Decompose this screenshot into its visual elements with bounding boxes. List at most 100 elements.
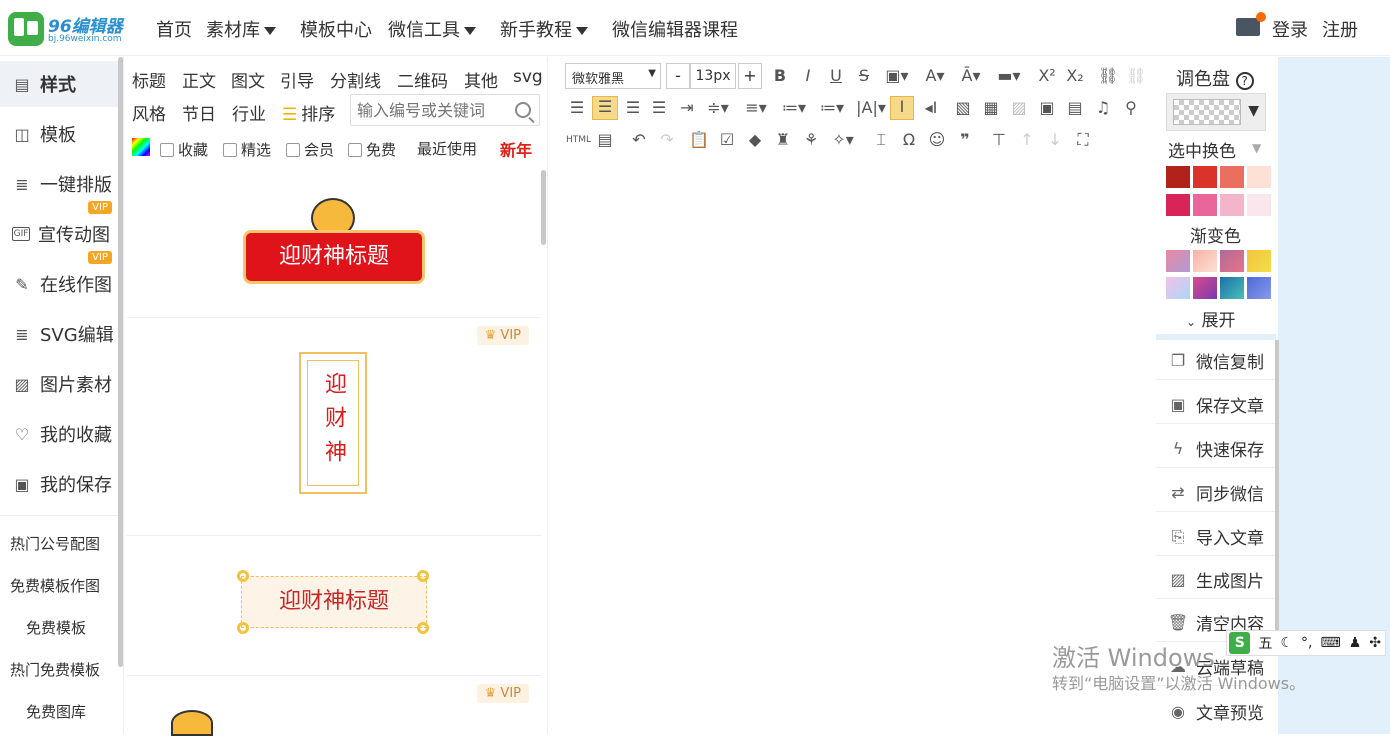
background-pattern-icon[interactable]: ▧ bbox=[952, 98, 974, 118]
tab-body[interactable]: 正文 bbox=[182, 67, 216, 92]
link-hot-free-templates[interactable]: 热门免费模板 bbox=[10, 659, 100, 680]
tab-title[interactable]: 标题 bbox=[132, 67, 166, 92]
article-preview-button[interactable]: ◉ 文章预览 bbox=[1156, 692, 1276, 730]
font-border-icon[interactable]: ▣▾ bbox=[882, 66, 912, 86]
color-swatch[interactable] bbox=[1193, 166, 1217, 188]
nav-home[interactable]: 首页 bbox=[156, 16, 192, 42]
tab-festival[interactable]: 节日 bbox=[182, 100, 216, 125]
style-card[interactable]: 迎财神标题 bbox=[127, 536, 541, 676]
gradient-swatch[interactable] bbox=[1220, 277, 1244, 299]
checkbox[interactable] bbox=[160, 142, 174, 157]
paragraph-spacing-icon[interactable]: ≡▾ bbox=[740, 98, 772, 118]
gradient-swatch[interactable] bbox=[1193, 250, 1217, 272]
select-replace-color[interactable]: 选中换色 bbox=[1168, 137, 1236, 162]
tab-style[interactable]: 风格 bbox=[132, 100, 166, 125]
emoji-icon[interactable]: ☺ bbox=[926, 130, 948, 150]
nav-wechat-tools[interactable]: 微信工具 bbox=[388, 16, 476, 42]
move-up-icon[interactable]: ↑ bbox=[1016, 130, 1038, 150]
link-free-template-design[interactable]: 免费模板作图 bbox=[10, 575, 100, 596]
background-color-icon[interactable]: Ā▾ bbox=[956, 66, 986, 86]
search-input[interactable] bbox=[357, 99, 507, 121]
image-insert-icon[interactable]: ▨ bbox=[1008, 98, 1030, 118]
special-char-icon[interactable]: Ω bbox=[898, 130, 920, 150]
indent-icon[interactable]: ⇥ bbox=[676, 98, 698, 118]
checkbox[interactable] bbox=[286, 142, 300, 157]
font-size-value[interactable]: 13px bbox=[690, 63, 736, 89]
color-swatch[interactable] bbox=[1247, 166, 1271, 188]
material-scrollbar[interactable] bbox=[541, 170, 546, 245]
font-size-decrease[interactable]: - bbox=[666, 63, 690, 89]
move-down-icon[interactable]: ↓ bbox=[1044, 130, 1066, 150]
subscript-icon[interactable]: X₂ bbox=[1064, 66, 1086, 86]
italic-icon[interactable]: I bbox=[798, 66, 818, 86]
fullscreen-icon[interactable]: ⛶ bbox=[1072, 130, 1094, 150]
check-icon[interactable]: ☑ bbox=[716, 130, 738, 150]
gradient-swatch[interactable] bbox=[1247, 250, 1271, 272]
comment-icon[interactable]: ⊤ bbox=[988, 130, 1010, 150]
import-article-button[interactable]: ⎘ 导入文章 bbox=[1156, 518, 1276, 556]
sidebar-item-online-draw[interactable]: ✎ 在线作图 bbox=[0, 261, 118, 307]
color-swatch[interactable] bbox=[1166, 194, 1190, 216]
eraser-icon[interactable]: ◆ bbox=[744, 130, 766, 150]
align-right-icon[interactable]: ☰ bbox=[622, 98, 644, 118]
grid-icon[interactable]: ✣ bbox=[1369, 635, 1381, 651]
underline-icon[interactable]: U bbox=[826, 66, 846, 86]
sidebar-item-favorites[interactable]: ♡ 我的收藏 bbox=[0, 411, 118, 457]
color-swatch[interactable] bbox=[1220, 194, 1244, 216]
color-swatch[interactable] bbox=[1193, 194, 1217, 216]
help-icon[interactable]: ? bbox=[1235, 72, 1254, 90]
sidebar-item-images[interactable]: ▨ 图片素材 bbox=[0, 361, 118, 407]
user-icon[interactable]: ♟ bbox=[1349, 635, 1362, 651]
login-link[interactable]: 登录 bbox=[1272, 16, 1308, 42]
filter-free[interactable]: 免费 bbox=[348, 139, 396, 160]
new-year-tag[interactable]: 新年 bbox=[500, 137, 532, 161]
link-free-templates[interactable]: 免费模板 bbox=[26, 617, 86, 638]
font-color-icon[interactable]: A▾ bbox=[920, 66, 950, 86]
redo-icon[interactable]: ↷ bbox=[656, 130, 678, 150]
gradient-swatch[interactable] bbox=[1247, 277, 1271, 299]
align-center-icon[interactable]: ☰ bbox=[592, 96, 618, 120]
undo-icon[interactable]: ↶ bbox=[628, 130, 650, 150]
keyboard-icon[interactable]: ⌨ bbox=[1320, 635, 1340, 651]
tab-guide[interactable]: 引导 bbox=[280, 67, 314, 92]
horizontal-rule-icon[interactable]: ⌶ bbox=[870, 130, 892, 150]
sidebar-scrollbar[interactable] bbox=[118, 57, 123, 667]
nav-course[interactable]: 微信编辑器课程 bbox=[612, 16, 738, 42]
sidebar-item-svg[interactable]: ≣ SVG编辑 bbox=[0, 311, 118, 357]
clear-format-icon[interactable]: ⚘ bbox=[800, 130, 822, 150]
checkbox[interactable] bbox=[348, 142, 362, 157]
tab-other[interactable]: 其他 bbox=[464, 67, 498, 92]
gradient-swatch[interactable] bbox=[1193, 277, 1217, 299]
picture-icon[interactable]: ▣ bbox=[1036, 98, 1058, 118]
style-card[interactable]: ♛ VIP 迎财神 bbox=[127, 318, 541, 536]
ime-mode-label[interactable]: 五 bbox=[1258, 633, 1272, 653]
text-indent-icon[interactable]: I bbox=[890, 96, 914, 120]
style-card[interactable]: ♛ VIP bbox=[127, 676, 541, 736]
strikethrough-icon[interactable]: S bbox=[854, 66, 874, 86]
search-icon[interactable] bbox=[515, 102, 531, 118]
nav-tutorials[interactable]: 新手教程 bbox=[500, 16, 588, 42]
unordered-list-icon[interactable]: ≔▾ bbox=[816, 98, 848, 118]
align-left-icon[interactable]: ☰ bbox=[566, 98, 588, 118]
sidebar-item-gif[interactable]: GIF 宣传动图 VIP bbox=[0, 211, 118, 264]
tab-qrcode[interactable]: 二维码 bbox=[397, 67, 448, 92]
filter-favorites[interactable]: 收藏 bbox=[160, 139, 208, 160]
superscript-icon[interactable]: X² bbox=[1036, 66, 1058, 86]
table-icon[interactable]: ▦ bbox=[980, 98, 1002, 118]
save-article-button[interactable]: ▣ 保存文章 bbox=[1156, 386, 1276, 424]
align-justify-icon[interactable]: ☰ bbox=[648, 98, 670, 118]
link-hot-images[interactable]: 热门公号配图 bbox=[10, 533, 100, 554]
quote-icon[interactable]: ❞ bbox=[954, 130, 976, 150]
expand-button[interactable]: ⌄ 展开 bbox=[1186, 306, 1235, 331]
nav-materials[interactable]: 素材库 bbox=[206, 16, 276, 42]
wechat-copy-button[interactable]: ❐ 微信复制 bbox=[1156, 342, 1276, 380]
recent-used-link[interactable]: 最近使用 bbox=[417, 138, 477, 159]
gradient-swatch[interactable] bbox=[1166, 250, 1190, 272]
site-logo[interactable]: 96编辑器 bj.96weixin.com bbox=[8, 10, 128, 48]
checkbox[interactable] bbox=[223, 142, 237, 157]
search-replace-icon[interactable]: ▤ bbox=[594, 130, 616, 150]
color-filter-icon[interactable] bbox=[132, 138, 150, 156]
color-picker[interactable]: ▼ bbox=[1166, 93, 1266, 131]
ime-logo-icon[interactable]: S bbox=[1229, 632, 1251, 654]
sync-wechat-button[interactable]: ⇄ 同步微信 bbox=[1156, 474, 1276, 512]
